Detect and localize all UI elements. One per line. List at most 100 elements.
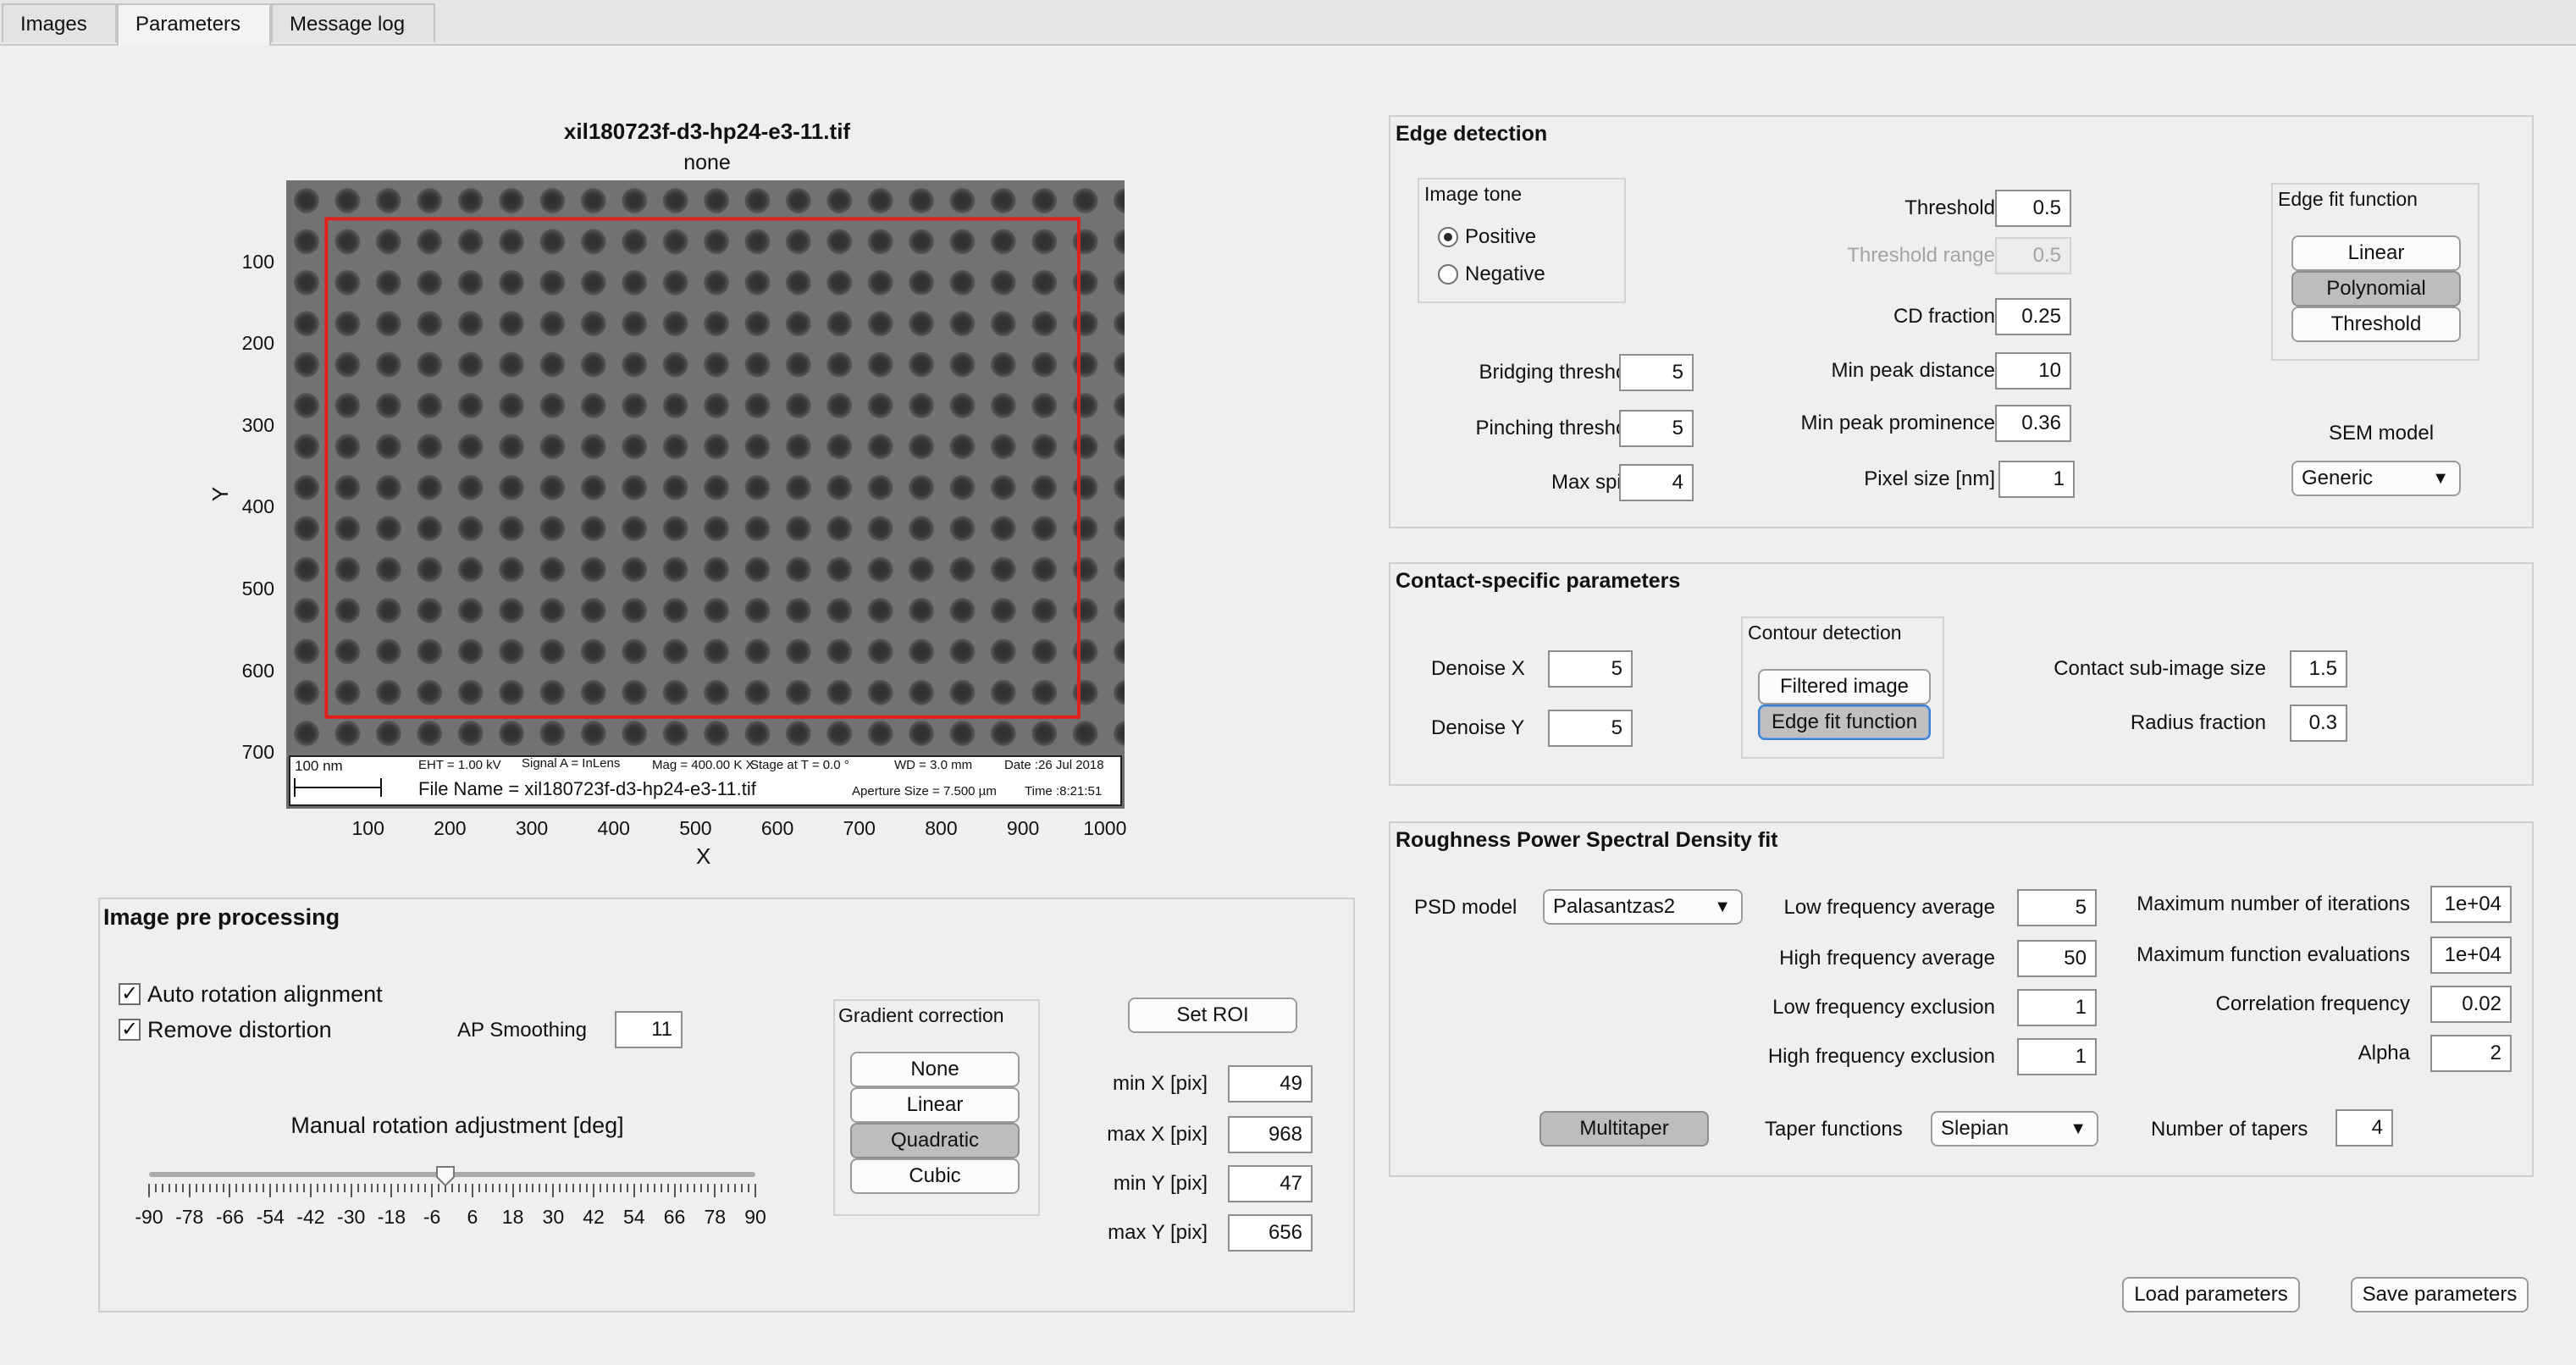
slider-tick [397, 1184, 400, 1192]
pixel-size-label: Pixel size [nm] [1864, 467, 1995, 490]
max-iterations-input[interactable]: 1e+04 [2430, 886, 2512, 923]
gradient-none-button[interactable]: None [850, 1052, 1020, 1087]
min-y-input[interactable]: 47 [1228, 1165, 1313, 1202]
slider-tick [181, 1184, 184, 1192]
min-peak-prominence-input[interactable]: 0.36 [1995, 405, 2071, 442]
slider-tick [302, 1184, 305, 1192]
sem-model-label: SEM model [2329, 422, 2435, 445]
slider-tick [626, 1184, 628, 1192]
sem-image[interactable]: 100 nm EHT = 1.00 kV Signal A = InLens M… [286, 180, 1125, 809]
slider-tick [619, 1184, 622, 1192]
bridging-threshold-input[interactable]: 5 [1619, 354, 1694, 391]
slider-tick [552, 1184, 555, 1197]
alpha-input[interactable]: 2 [2430, 1035, 2512, 1072]
max-evaluations-input[interactable]: 1e+04 [2430, 937, 2512, 974]
threshold-input[interactable]: 0.5 [1995, 190, 2071, 227]
dropdown-arrow-icon: ▼ [1714, 898, 1731, 916]
slider-tick [188, 1184, 191, 1197]
auto-rotation-checkbox[interactable]: ✓ [119, 983, 141, 1005]
checkmark-icon: ✓ [120, 1018, 139, 1041]
high-freq-excl-input[interactable]: 1 [2017, 1038, 2097, 1075]
gradient-quadratic-button[interactable]: Quadratic [850, 1123, 1020, 1158]
x-tick-label: 900 [1006, 817, 1040, 839]
slider-tick [263, 1184, 265, 1192]
set-roi-button[interactable]: Set ROI [1128, 998, 1297, 1033]
tone-positive-radio[interactable] [1438, 227, 1458, 247]
high-freq-avg-label: High frequency average [1779, 947, 1995, 970]
radius-fraction-input[interactable]: 0.3 [2290, 705, 2347, 742]
contour-filtered-button[interactable]: Filtered image [1758, 669, 1931, 705]
load-parameters-button[interactable]: Load parameters [2122, 1277, 2300, 1312]
min-peak-distance-label: Min peak distance [1831, 359, 1995, 382]
max-y-input[interactable]: 656 [1228, 1214, 1313, 1252]
psd-model-dropdown[interactable]: Palasantzas2 ▼ [1543, 889, 1743, 925]
slider-tick [498, 1184, 500, 1192]
tone-negative-radio[interactable] [1438, 264, 1458, 285]
preproc-title: Image pre processing [103, 904, 340, 930]
slider-tick [694, 1184, 696, 1192]
denoise-y-input[interactable]: 5 [1548, 710, 1633, 747]
rotation-slider[interactable] [148, 1165, 756, 1208]
max-x-label: max X [pix] [1107, 1123, 1208, 1146]
slider-tick [646, 1184, 649, 1192]
slider-tick [269, 1184, 272, 1197]
tab-images[interactable]: Images [2, 3, 117, 42]
low-freq-excl-input[interactable]: 1 [2017, 989, 2097, 1026]
taper-functions-dropdown[interactable]: Slepian ▼ [1931, 1111, 2098, 1147]
slider-tick [741, 1184, 744, 1192]
multitaper-button[interactable]: Multitaper [1540, 1111, 1709, 1147]
slider-tick [511, 1184, 514, 1197]
pinching-threshold-input[interactable]: 5 [1619, 410, 1694, 447]
high-freq-avg-input[interactable]: 50 [2017, 940, 2097, 977]
tab-message-log[interactable]: Message log [271, 3, 435, 42]
slider-tick [417, 1184, 420, 1192]
y-axis-label: Y [207, 486, 234, 502]
gradient-linear-button[interactable]: Linear [850, 1087, 1020, 1123]
denoise-x-input[interactable]: 5 [1548, 650, 1633, 688]
max-evaluations-label: Maximum function evaluations [2137, 943, 2410, 966]
min-x-input[interactable]: 49 [1228, 1065, 1313, 1102]
sub-image-size-input[interactable]: 1.5 [2290, 650, 2347, 688]
slider-tick [748, 1184, 750, 1192]
rotation-slider-label: Manual rotation adjustment [deg] [290, 1113, 624, 1138]
max-x-input[interactable]: 968 [1228, 1116, 1313, 1153]
tone-positive-label: Positive [1465, 225, 1537, 248]
gradient-cubic-button[interactable]: Cubic [850, 1158, 1020, 1194]
x-tick-label: 300 [515, 817, 549, 839]
sub-image-size-label: Contact sub-image size [2054, 657, 2266, 680]
slider-thumb[interactable] [435, 1165, 456, 1187]
slider-tick [215, 1184, 218, 1192]
dropdown-arrow-icon: ▼ [2070, 1119, 2087, 1138]
contour-edge-fit-button[interactable]: Edge fit function [1758, 705, 1931, 740]
tab-parameters[interactable]: Parameters [117, 3, 271, 46]
sem-wd: WD = 3.0 mm [894, 758, 973, 772]
min-peak-distance-input[interactable]: 10 [1995, 352, 2071, 390]
slider-tick [600, 1184, 602, 1192]
cd-fraction-input[interactable]: 0.25 [1995, 298, 2071, 335]
save-parameters-button[interactable]: Save parameters [2351, 1277, 2529, 1312]
slider-tick [174, 1184, 177, 1192]
slider-tick [464, 1184, 467, 1192]
pixel-size-input[interactable]: 1 [1998, 461, 2075, 498]
fit-threshold-button[interactable]: Threshold [2291, 307, 2461, 342]
num-tapers-input[interactable]: 4 [2336, 1109, 2393, 1147]
dropdown-arrow-icon: ▼ [2432, 469, 2449, 488]
ap-smoothing-input[interactable]: 11 [615, 1011, 683, 1048]
slider-tick [566, 1184, 568, 1192]
slider-tick [249, 1184, 252, 1192]
fit-polynomial-button[interactable]: Polynomial [2291, 271, 2461, 307]
remove-distortion-checkbox[interactable]: ✓ [119, 1019, 141, 1041]
sem-model-dropdown[interactable]: Generic ▼ [2291, 461, 2461, 496]
sem-scale-label: 100 nm [295, 758, 343, 774]
contact-title: Contact-specific parameters [1396, 569, 1681, 593]
slider-tick [721, 1184, 723, 1192]
correlation-freq-input[interactable]: 0.02 [2430, 986, 2512, 1023]
max-spike-input[interactable]: 4 [1619, 464, 1694, 501]
fit-linear-button[interactable]: Linear [2291, 235, 2461, 271]
x-tick-label: 100 [351, 817, 384, 839]
slider-tick [666, 1184, 669, 1192]
low-freq-avg-input[interactable]: 5 [2017, 889, 2097, 926]
slider-tick [229, 1184, 231, 1197]
slider-tick [727, 1184, 730, 1192]
psd-model-label: PSD model [1414, 896, 1517, 919]
